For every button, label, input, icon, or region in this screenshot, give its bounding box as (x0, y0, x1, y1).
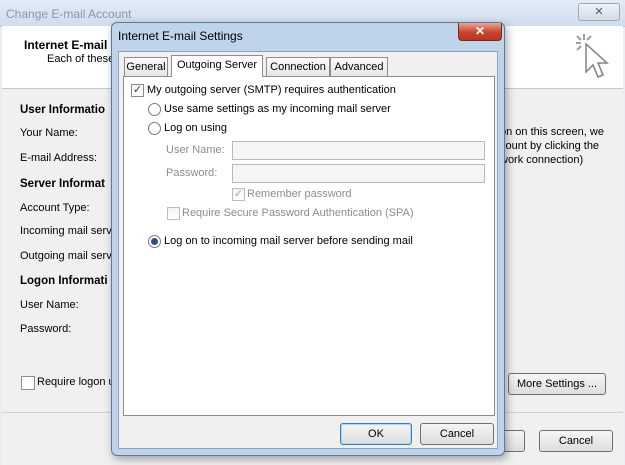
smtp-auth-label: My outgoing server (SMTP) requires authe… (147, 84, 396, 96)
outgoing-server-label: Outgoing mail serve (20, 250, 118, 262)
dialog-cancel-button[interactable]: Cancel (420, 423, 494, 445)
tab-outgoing-server[interactable]: Outgoing Server (171, 55, 263, 77)
dialog-body: General Outgoing Server Connection Advan… (118, 51, 498, 449)
require-spa-label: Require Secure Password Authentication (… (182, 207, 414, 219)
log-on-using-label: Log on using (164, 122, 227, 134)
log-on-using-radio[interactable] (148, 122, 161, 135)
remember-password-label: Remember password (247, 188, 352, 200)
background-window-title: Change E-mail Account (6, 7, 132, 21)
ok-button[interactable]: OK (340, 423, 412, 445)
remember-password-checkbox[interactable]: ✓ (232, 188, 245, 201)
logon-information-heading: Logon Informati (20, 275, 108, 287)
info-text-line: on on this screen, we (500, 126, 604, 138)
smtp-auth-checkbox[interactable]: ✓ (131, 84, 144, 97)
tab-general[interactable]: General (124, 57, 168, 76)
tab-advanced[interactable]: Advanced (330, 57, 388, 76)
user-information-heading: User Informatio (20, 104, 105, 116)
require-logon-checkbox[interactable] (21, 376, 35, 390)
password-field[interactable] (232, 164, 485, 183)
more-settings-button[interactable]: More Settings ... (508, 373, 606, 395)
dialog-title: Internet E-mail Settings (118, 29, 243, 43)
info-text-line: work connection) (500, 154, 584, 166)
server-information-heading: Server Informat (20, 178, 106, 190)
password-label: Password: (166, 167, 218, 179)
mouse-cursor-icon (576, 34, 609, 78)
internet-email-settings-dialog: Internet E-mail Settings ✕ General Outgo… (111, 22, 505, 456)
outgoing-server-panel: ✓ My outgoing server (SMTP) requires aut… (123, 76, 495, 416)
user-name-label: User Name: (166, 144, 225, 156)
incoming-server-label: Incoming mail serve (20, 225, 118, 237)
info-text-line: count by clicking the (500, 140, 600, 152)
use-same-settings-radio[interactable] (148, 103, 161, 116)
user-name-field[interactable] (232, 141, 485, 160)
radio-selected-dot (151, 238, 158, 245)
use-same-settings-label: Use same settings as my incoming mail se… (164, 103, 391, 115)
your-name-label: Your Name: (20, 127, 78, 139)
account-type-label: Account Type: (20, 202, 90, 214)
log-on-incoming-first-label: Log on to incoming mail server before se… (164, 235, 413, 247)
background-close-button[interactable]: ✕ (578, 3, 620, 21)
background-header-subtitle: Each of these (47, 53, 115, 65)
background-header-title: Internet E-mail (24, 38, 108, 52)
require-logon-label: Require logon u (37, 376, 115, 388)
background-cancel-button[interactable]: Cancel (539, 430, 613, 452)
tab-connection[interactable]: Connection (266, 57, 330, 76)
bg-password-label: Password: (20, 323, 72, 335)
bg-user-name-label: User Name: (20, 299, 79, 311)
require-spa-checkbox[interactable] (167, 207, 180, 220)
email-address-label: E-mail Address: (20, 152, 98, 164)
log-on-incoming-first-radio[interactable] (148, 235, 161, 248)
dialog-close-button[interactable]: ✕ (458, 23, 502, 41)
